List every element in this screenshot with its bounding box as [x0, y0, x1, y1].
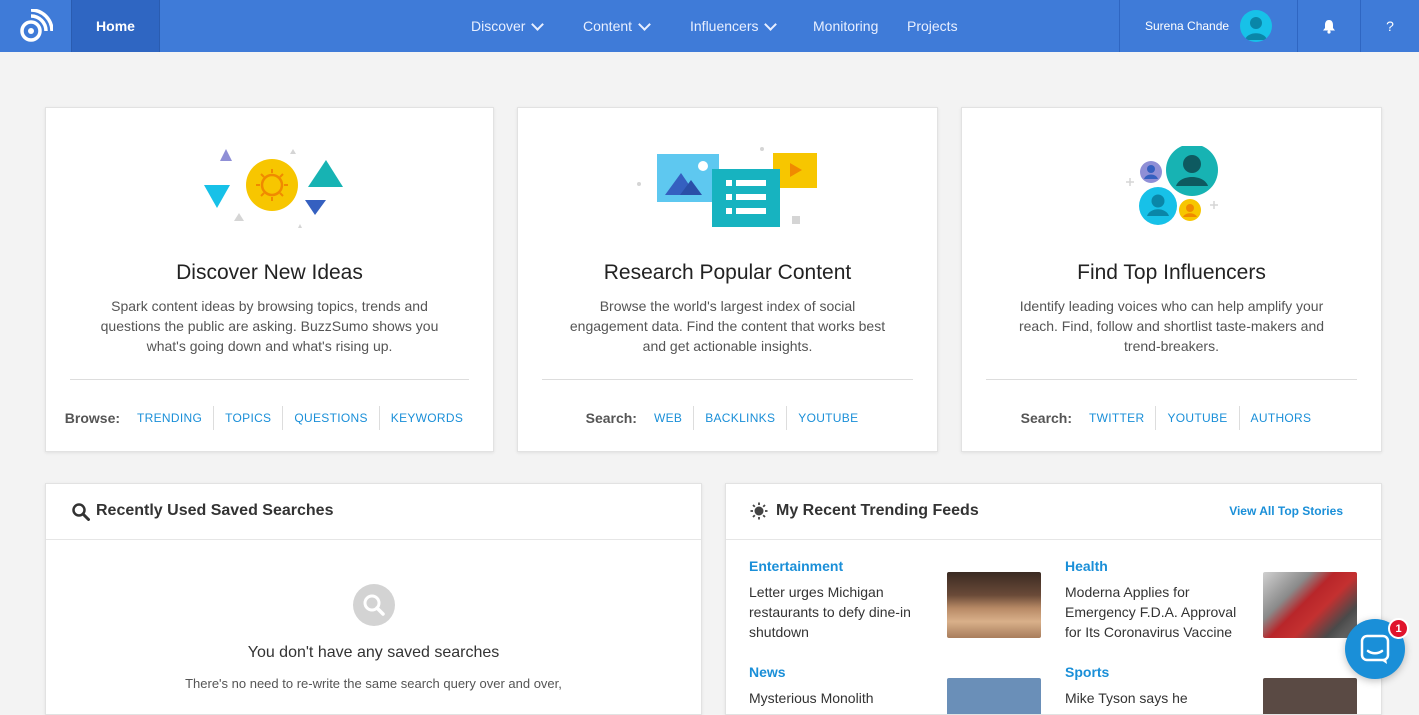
- feed-thumbnail[interactable]: [947, 572, 1041, 638]
- nav-content[interactable]: Content: [583, 0, 651, 52]
- link-youtube[interactable]: YOUTUBE: [786, 406, 869, 430]
- feed-category[interactable]: Entertainment: [749, 558, 843, 574]
- notifications-bell-icon[interactable]: [1297, 0, 1361, 52]
- user-name: Surena Chande: [1145, 19, 1230, 33]
- content-illustration-icon: [636, 146, 820, 235]
- card-description: Browse the world's largest index of soci…: [569, 298, 886, 354]
- link-web[interactable]: WEB: [643, 406, 693, 430]
- card-title: Research Popular Content: [603, 261, 852, 284]
- card-description: Spark content ideas by browsing topics, …: [100, 298, 439, 354]
- feed-category[interactable]: Health: [1065, 558, 1108, 574]
- chevron-down-icon: [764, 17, 778, 31]
- unread-count-badge: 1: [1388, 618, 1409, 639]
- feed-headline[interactable]: Mysterious Monolith: [749, 688, 929, 708]
- search-links: Search: WEB BACKLINKS YOUTUBE: [518, 406, 937, 430]
- feed-headline[interactable]: Mike Tyson says he: [1065, 688, 1245, 708]
- search-icon: [353, 584, 395, 626]
- link-twitter[interactable]: TWITTER: [1078, 406, 1155, 430]
- discover-card: Discover New Ideas Spark content ideas b…: [45, 107, 494, 452]
- feed-category[interactable]: Sports: [1065, 664, 1109, 680]
- panel-title: My Recent Trending Feeds: [776, 502, 979, 519]
- content-card: Research Popular Content Browse the worl…: [517, 107, 938, 452]
- card-description: Identify leading voices who can help amp…: [1018, 298, 1325, 354]
- search-links: Search: TWITTER YOUTUBE AUTHORS: [962, 406, 1381, 430]
- search-icon: [72, 503, 90, 526]
- link-backlinks[interactable]: BACKLINKS: [693, 406, 786, 430]
- panel-title: Recently Used Saved Searches: [96, 502, 334, 519]
- links-label: Search:: [585, 410, 637, 426]
- avatar[interactable]: [1240, 10, 1272, 42]
- feed-category[interactable]: News: [749, 664, 786, 680]
- feed-headline[interactable]: Letter urges Michigan restaurants to def…: [749, 582, 929, 642]
- nav-monitoring[interactable]: Monitoring: [813, 0, 878, 52]
- panel-header: My Recent Trending Feeds View All Top St…: [726, 484, 1381, 540]
- view-all-top-stories-link[interactable]: View All Top Stories: [1229, 504, 1343, 518]
- top-navigation: Home Discover Content Influencers Monito…: [0, 0, 1419, 52]
- nav-home-tab[interactable]: Home: [71, 0, 160, 52]
- nav-discover[interactable]: Discover: [471, 0, 545, 52]
- panel-header: Recently Used Saved Searches: [46, 484, 701, 540]
- nav-projects-label: Projects: [907, 18, 958, 34]
- nav-discover-label: Discover: [471, 18, 526, 34]
- link-topics[interactable]: TOPICS: [213, 406, 282, 430]
- influencers-illustration-icon: [1120, 144, 1224, 235]
- divider: [986, 379, 1357, 380]
- feed-headline[interactable]: Moderna Applies for Emergency F.D.A. App…: [1065, 582, 1245, 642]
- user-menu[interactable]: Surena Chande: [1119, 0, 1298, 52]
- nav-monitoring-label: Monitoring: [813, 18, 879, 34]
- nav-influencers[interactable]: Influencers: [690, 0, 778, 52]
- nav-content-label: Content: [583, 18, 633, 34]
- nav-influencers-label: Influencers: [690, 18, 759, 34]
- saved-searches-panel: Recently Used Saved Searches You don't h…: [45, 483, 702, 715]
- sun-icon: [750, 502, 768, 525]
- nav-projects[interactable]: Projects: [907, 0, 958, 52]
- empty-state-title: You don't have any saved searches: [247, 644, 500, 661]
- feed-thumbnail[interactable]: [947, 678, 1041, 714]
- feed-thumbnail[interactable]: [1263, 572, 1357, 638]
- divider: [542, 379, 913, 380]
- divider: [70, 379, 469, 380]
- empty-state-description: There's no need to re-write the same sea…: [185, 676, 562, 691]
- browse-links: Browse: TRENDING TOPICS QUESTIONS KEYWOR…: [46, 406, 493, 430]
- links-label: Search:: [1020, 410, 1073, 426]
- card-title: Discover New Ideas: [176, 261, 363, 284]
- link-authors[interactable]: AUTHORS: [1238, 406, 1323, 430]
- card-title: Find Top Influencers: [1077, 261, 1266, 284]
- link-trending[interactable]: TRENDING: [126, 406, 213, 430]
- feed-thumbnail[interactable]: [1263, 678, 1357, 714]
- discover-illustration-icon: [195, 146, 345, 233]
- links-label: Browse:: [64, 410, 121, 426]
- chevron-down-icon: [531, 17, 545, 31]
- link-keywords[interactable]: KEYWORDS: [378, 406, 474, 430]
- link-youtube[interactable]: YOUTUBE: [1155, 406, 1238, 430]
- trending-feeds-panel: My Recent Trending Feeds View All Top St…: [725, 483, 1382, 715]
- help-button[interactable]: ?: [1361, 0, 1419, 52]
- chevron-down-icon: [638, 17, 651, 31]
- link-questions[interactable]: QUESTIONS: [282, 406, 378, 430]
- influencers-card: Find Top Influencers Identify leading vo…: [961, 107, 1382, 452]
- buzzsumo-logo-icon[interactable]: [0, 0, 71, 52]
